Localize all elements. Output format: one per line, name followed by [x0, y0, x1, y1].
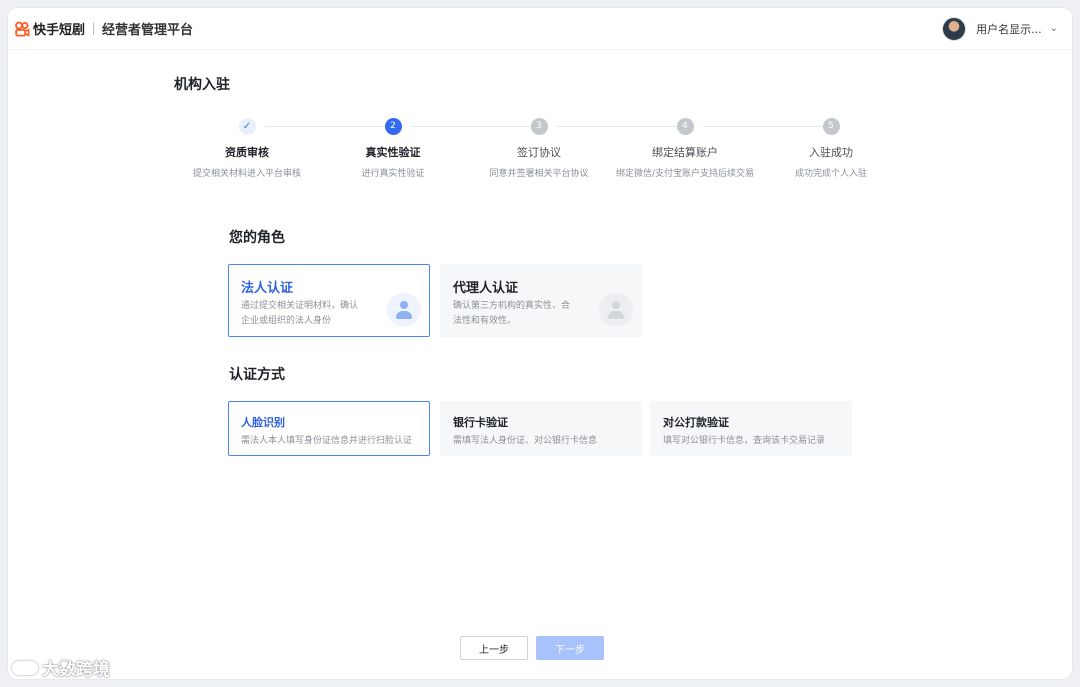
chevron-down-icon[interactable]: ⌄ — [1050, 23, 1058, 34]
progress-steps: ✓ 资质审核 提交相关材料进入平台审核 2 真实性验证 进行真实性验证 3 签订… — [180, 118, 900, 198]
avatar[interactable] — [942, 16, 967, 41]
method-card-desc: 需法人本人填写身份证信息并进行扫脸认证 — [241, 436, 413, 446]
kuaishou-logo-icon — [15, 21, 30, 37]
brand-logo[interactable]: 快手短剧 — [14, 19, 85, 38]
top-header: 快手短剧 经营者管理平台 用户名显示... ⌄ — [8, 8, 1072, 50]
step-number-badge: 4 — [676, 118, 694, 135]
step-title: 入驻成功 — [809, 146, 853, 159]
user-menu[interactable]: 用户名显示... ⌄ — [942, 16, 1058, 41]
method-card-desc: 填写对公银行卡信息，查询该卡交易记录 — [663, 436, 826, 446]
step-title: 签订协议 — [517, 146, 561, 159]
user-icon-head — [400, 301, 408, 309]
step-1: ✓ 资质审核 提交相关材料进入平台审核 — [172, 118, 322, 179]
user-name: 用户名显示... — [976, 22, 1042, 36]
header-divider — [93, 22, 95, 35]
step-title: 真实性验证 — [365, 146, 421, 159]
role-card-agent[interactable]: 代理人认证 确认第三方机构的真实性、合法性和有效性。 — [440, 264, 642, 337]
role-card-title: 代理人认证 — [453, 281, 519, 296]
step-title: 绑定结算账户 — [652, 146, 718, 159]
next-step-button[interactable]: 下一步 — [536, 636, 604, 660]
step-3: 3 签订协议 同意并签署相关平台协议 — [464, 118, 614, 179]
step-desc: 进行真实性验证 — [361, 169, 425, 179]
step-number-badge: 5 — [822, 118, 840, 135]
role-card-title: 法人认证 — [241, 281, 294, 296]
method-card-corporate-transfer[interactable]: 对公打款验证 填写对公银行卡信息，查询该卡交易记录 — [650, 401, 852, 456]
role-card-desc: 通过提交相关证明材料，确认企业或组织的法人身份 — [241, 301, 359, 326]
watermark-logo-icon — [12, 660, 38, 675]
method-card-title: 对公打款验证 — [663, 416, 729, 429]
user-icon-head — [612, 301, 620, 309]
step-desc: 提交相关材料进入平台审核 — [192, 169, 301, 179]
platform-name: 经营者管理平台 — [102, 23, 194, 38]
step-title: 资质审核 — [225, 146, 269, 159]
method-card-title: 人脸识别 — [241, 416, 285, 429]
step-4: 4 绑定结算账户 绑定微信/支付宝账户支持后续交易 — [610, 118, 760, 179]
prev-step-button[interactable]: 上一步 — [460, 636, 528, 660]
user-icon-body — [396, 311, 412, 319]
step-number-badge: 3 — [530, 118, 548, 135]
user-icon — [599, 293, 633, 327]
method-card-bank-card[interactable]: 银行卡验证 需填写法人身份证、对公银行卡信息 — [440, 401, 642, 456]
step-desc: 绑定微信/支付宝账户支持后续交易 — [615, 169, 755, 179]
watermark-text: 大数跨境 — [42, 660, 110, 680]
role-card-desc: 确认第三方机构的真实性、合法性和有效性。 — [453, 301, 571, 326]
brand-name: 快手短剧 — [33, 23, 86, 38]
check-icon: ✓ — [238, 118, 256, 135]
corner-watermark: 大数跨境 — [12, 655, 110, 680]
page-title: 机构入驻 — [174, 77, 230, 93]
method-card-title: 银行卡验证 — [453, 416, 508, 429]
role-card-legal-person[interactable]: 法人认证 通过提交相关证明材料，确认企业或组织的法人身份 — [228, 264, 430, 337]
method-section-title: 认证方式 — [229, 367, 285, 383]
role-section-title: 您的角色 — [229, 230, 285, 246]
step-number-badge: 2 — [384, 118, 402, 135]
method-card-desc: 需填写法人身份证、对公银行卡信息 — [453, 436, 598, 446]
step-2: 2 真实性验证 进行真实性验证 — [318, 118, 468, 179]
method-card-face-recognition[interactable]: 人脸识别 需法人本人填写身份证信息并进行扫脸认证 — [228, 401, 430, 456]
user-icon-body — [608, 311, 624, 319]
user-icon — [387, 293, 421, 327]
step-desc: 同意并签署相关平台协议 — [489, 169, 589, 179]
step-5: 5 入驻成功 成功完成个人入驻 — [756, 118, 906, 179]
step-desc: 成功完成个人入驻 — [794, 169, 867, 179]
app-window: 快手短剧 经营者管理平台 用户名显示... ⌄ 机构入驻 ✓ 资质审核 提交相关… — [8, 8, 1072, 679]
